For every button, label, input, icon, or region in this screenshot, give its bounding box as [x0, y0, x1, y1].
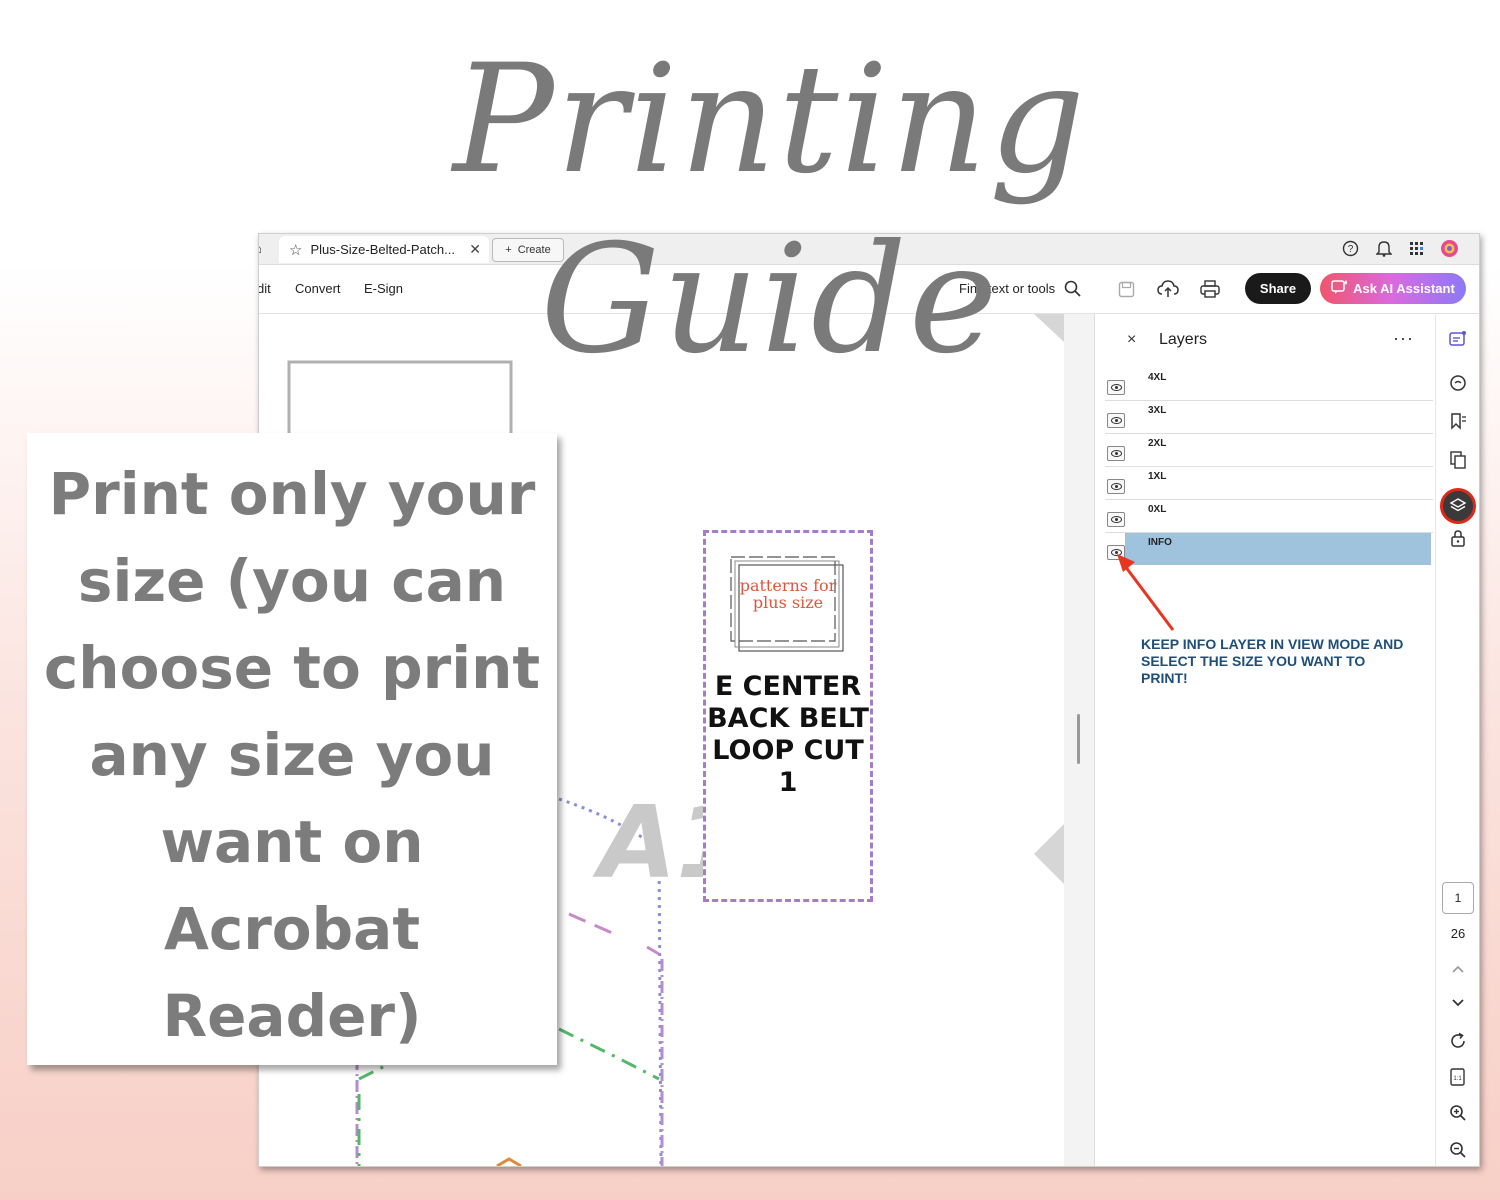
heading-text: Printing Guide [452, 33, 1088, 387]
layer-row-1xl[interactable]: 1XL [1105, 467, 1433, 500]
instruction-note: KEEP INFO LAYER IN VIEW MODE AND SELECT … [1141, 636, 1404, 686]
total-pages: 26 [1450, 926, 1466, 941]
svg-text:✦: ✦ [1343, 279, 1347, 287]
bell-icon[interactable] [1374, 239, 1393, 258]
piece-label: E CENTER BACK BELT LOOP CUT 1 [707, 671, 869, 798]
zoom-in-icon[interactable] [1447, 1102, 1469, 1124]
layer-row-0xl[interactable]: 0XL [1105, 500, 1433, 533]
layer-row-3xl[interactable]: 3XL [1105, 401, 1433, 434]
layer-name: 0XL [1148, 504, 1167, 515]
current-page-field[interactable]: 1 [1442, 882, 1474, 914]
help-icon[interactable]: ? [1341, 239, 1360, 258]
ask-ai-assistant-button[interactable]: ✦ Ask AI Assistant [1320, 273, 1466, 304]
top-right-icons: ? [1341, 239, 1459, 258]
more-options-icon[interactable]: ··· [1393, 328, 1414, 349]
creative-cloud-icon[interactable] [1440, 239, 1459, 258]
layer-name: INFO [1148, 537, 1172, 548]
vertical-scrollbar[interactable] [1064, 314, 1095, 1166]
printing-guide-heading: Printing Guide [250, 10, 1290, 387]
instruction-callout: Print only your size (you can choose to … [27, 433, 557, 1065]
callout-text: Print only your size (you can choose to … [43, 460, 541, 1050]
svg-text:1:1: 1:1 [1453, 1076, 1462, 1082]
ai-label: Ask AI Assistant [1353, 281, 1455, 296]
ai-assistant-icon: ✦ [1331, 279, 1349, 298]
comment-icon[interactable] [1447, 372, 1469, 394]
ai-summary-icon[interactable] [1447, 328, 1469, 350]
layer-name: 2XL [1148, 438, 1167, 449]
lock-icon[interactable] [1447, 527, 1469, 549]
chevron-up-icon[interactable] [1447, 958, 1469, 980]
right-tool-rail: 1 26 1:1 [1435, 314, 1479, 1166]
chevron-down-icon[interactable] [1447, 992, 1469, 1014]
rotate-icon[interactable] [1447, 1030, 1469, 1052]
layer-name: 1XL [1148, 471, 1167, 482]
eye-icon[interactable] [1107, 413, 1125, 428]
actual-size-icon[interactable]: 1:1 [1447, 1066, 1469, 1088]
bookmark-icon[interactable] [1447, 410, 1469, 432]
eye-icon[interactable] [1107, 446, 1125, 461]
svg-text:?: ? [1348, 244, 1354, 255]
zoom-out-icon[interactable] [1447, 1139, 1469, 1161]
copy-pages-icon[interactable] [1447, 449, 1469, 471]
pattern-label-card: patterns for plus size E CENTER BACK BEL… [703, 530, 873, 902]
apps-grid-icon[interactable] [1407, 239, 1426, 258]
layer-row-2xl[interactable]: 2XL [1105, 434, 1433, 467]
eye-icon[interactable] [1107, 512, 1125, 527]
scroll-thumb[interactable] [1077, 714, 1080, 764]
red-arrow-icon [1117, 554, 1175, 631]
layer-name: 3XL [1148, 405, 1167, 416]
layers-icon[interactable] [1440, 488, 1476, 524]
eye-icon[interactable] [1107, 479, 1125, 494]
logo-text: patterns for plus size [739, 576, 837, 612]
layers-panel: × Layers ··· 4XL 3XL 2XL 1XL 0XL INFO KE… [1095, 314, 1435, 1166]
